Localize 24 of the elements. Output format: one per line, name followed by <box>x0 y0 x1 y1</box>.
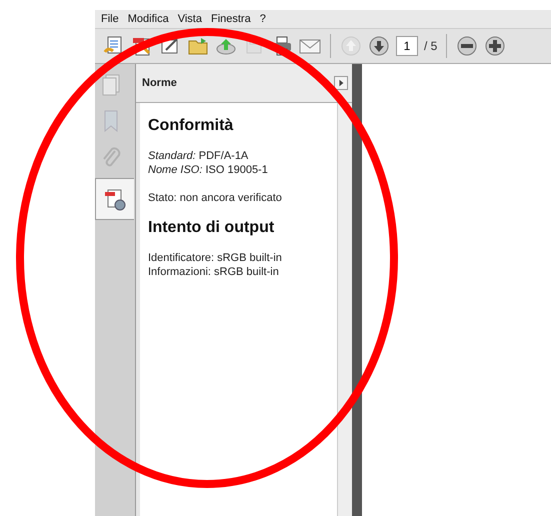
scrollbar[interactable] <box>337 103 352 516</box>
panel-options-button[interactable] <box>334 76 348 90</box>
folder-icon[interactable] <box>187 35 209 57</box>
menu-item[interactable]: Modifica <box>128 13 169 25</box>
menu-item[interactable]: File <box>101 13 119 25</box>
info-line: Identificatore: sRGB built-in <box>148 251 283 265</box>
info-line: Standard: PDF/A-1A <box>148 149 250 163</box>
pages-icon <box>100 73 122 97</box>
info-line: Nome ISO: ISO 19005-1 <box>148 163 269 177</box>
panel-title: Norme <box>142 77 177 89</box>
document-info-icon <box>104 187 126 211</box>
section-heading: Intento di output <box>148 219 276 237</box>
navigation-tab[interactable] <box>95 178 134 220</box>
menu-item[interactable]: ? <box>260 13 266 25</box>
section-heading: Conformità <box>148 117 234 135</box>
menu-item[interactable]: Finestra <box>210 13 251 25</box>
zoom-out-icon[interactable] <box>456 35 478 57</box>
page-total: / 5 <box>424 39 438 53</box>
menu-item[interactable]: Vista <box>178 13 202 25</box>
zoom-in-icon[interactable] <box>484 35 506 57</box>
page-number-field[interactable]: 1 <box>396 36 418 56</box>
caret-icon <box>337 79 345 87</box>
info-line: Stato: non ancora verificato <box>148 191 283 205</box>
info-line: Informazioni: sRGB built-in <box>148 265 280 279</box>
